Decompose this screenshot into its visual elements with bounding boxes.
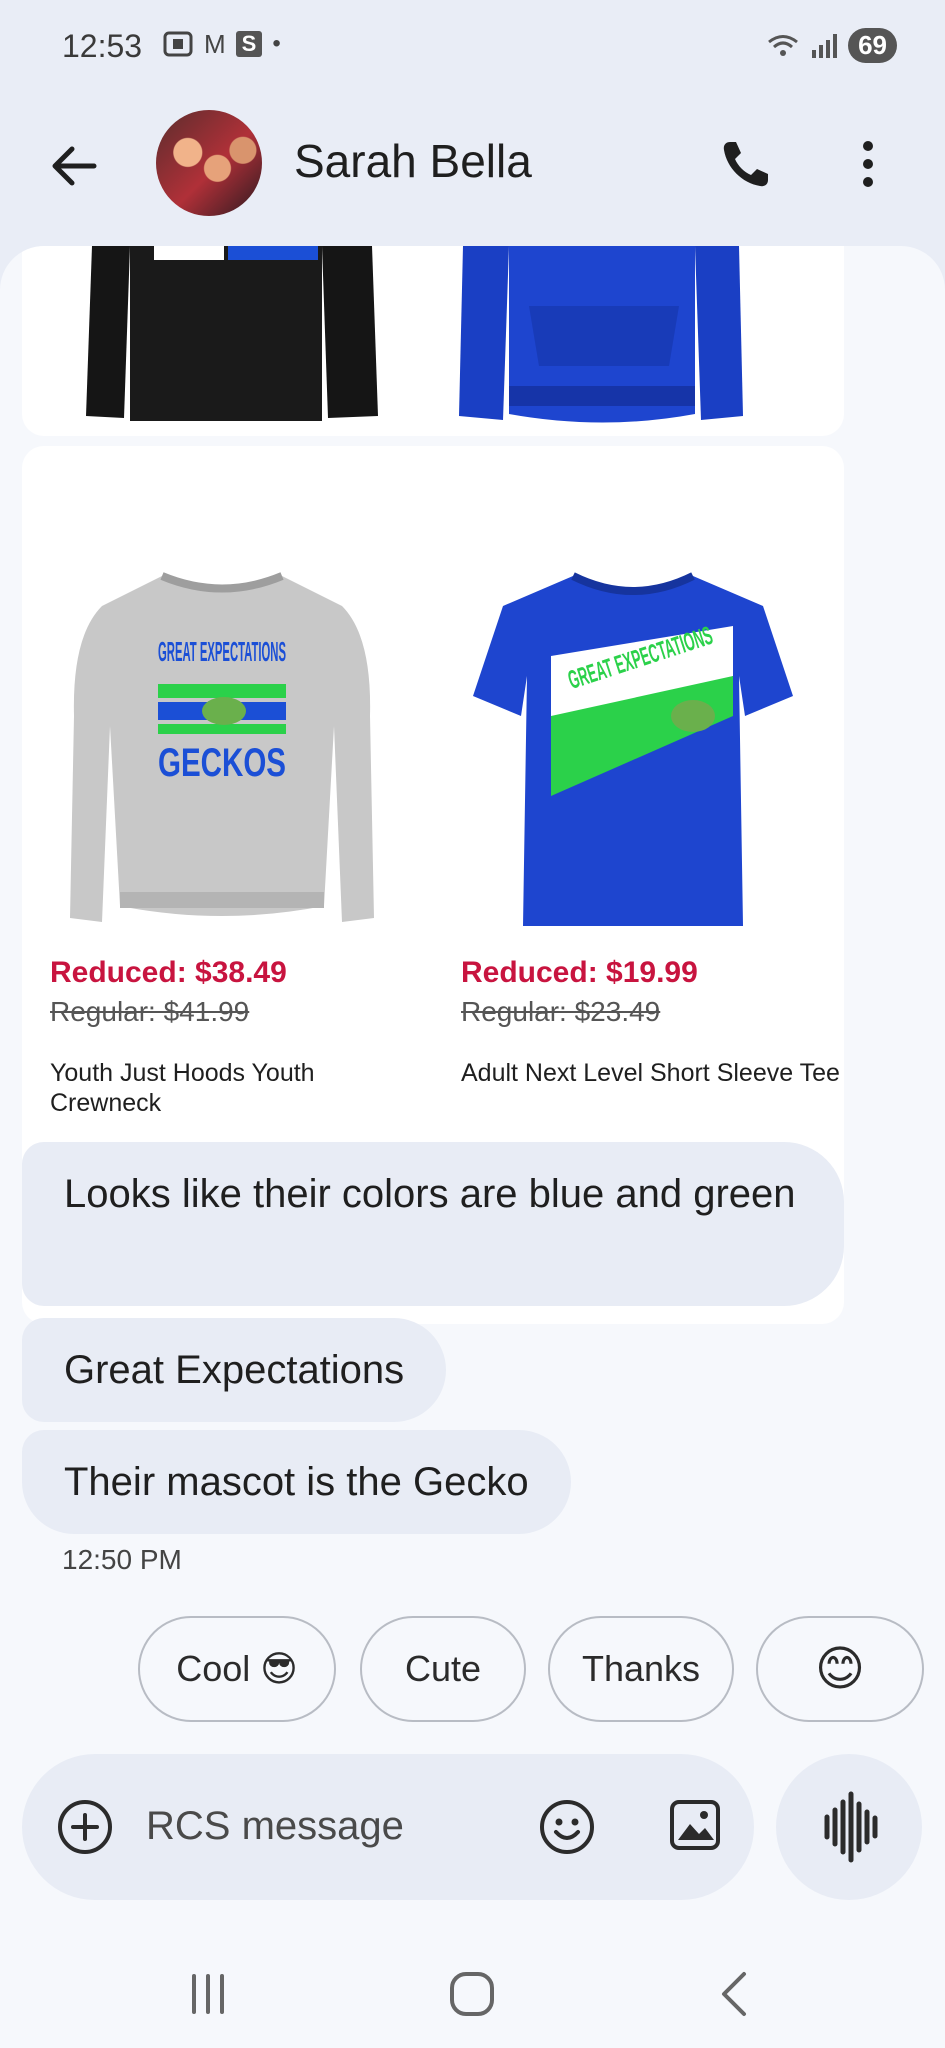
smiley-icon [540,1800,594,1854]
emoji-button[interactable] [538,1798,596,1856]
blue-tee-image: GREAT EXPECTATIONS [473,572,793,926]
more-options-button[interactable] [848,134,888,194]
status-time: 12:53 [62,28,143,64]
call-button[interactable] [716,134,776,194]
reduced-price: Reduced: $19.99 [461,956,698,989]
wifi-icon [768,34,799,56]
recents-button[interactable] [178,1964,238,2024]
system-back-button[interactable] [706,1964,766,2024]
gallery-button[interactable] [668,1798,722,1852]
product-name[interactable]: Adult Next Level Short Sleeve Tee [461,1058,841,1088]
message-timestamp: 12:50 PM [62,1544,182,1575]
message-bubble[interactable]: Their mascot is the Gecko [22,1430,571,1534]
phone-icon [723,142,768,187]
chevron-left-icon [722,1972,746,2016]
smart-reply-chip[interactable]: Cute [360,1616,526,1722]
add-attachment-button[interactable] [56,1798,114,1856]
conversation-header: Sarah Bella [0,96,945,246]
regular-price: Regular: $41.99 [50,996,250,1027]
samsung-icon: S [235,31,263,57]
notification-icons: M S • [162,30,281,58]
arrow-left-icon [52,146,97,186]
plus-circle-icon [58,1800,112,1854]
screenshot-icon [163,31,193,57]
smart-reply-chip[interactable]: Cool 😎 [138,1616,336,1722]
smart-reply-chip[interactable]: Thanks [548,1616,734,1722]
smart-reply-chip[interactable]: 😊 [756,1616,924,1722]
system-icons: 69 [766,28,897,63]
shirt-print-text: GREAT EXPECTATIONS [158,636,286,667]
recents-icon [192,1974,224,2014]
home-icon [450,1972,494,2016]
more-notifications-dot: • [272,30,281,57]
message-bubble[interactable]: Great Expectations [22,1318,447,1422]
audio-wave-icon [824,1791,878,1863]
message-bubble[interactable]: Looks like their colors are blue and gre… [22,1142,844,1306]
black-longsleeve-image [86,246,378,421]
more-vert-icon [863,141,873,187]
voice-message-button[interactable] [776,1754,922,1900]
regular-price: Regular: $23.49 [461,996,661,1027]
contact-avatar[interactable] [156,110,262,216]
smart-reply-row: Cool 😎 Cute Thanks 😊 [0,1616,945,1722]
shirt-print-mascot: GECKOS [158,741,286,785]
product-name[interactable]: Youth Just Hoods Youth Crewneck [50,1058,430,1118]
contact-name[interactable]: Sarah Bella [294,134,532,188]
battery-level: 69 [848,28,897,63]
back-button[interactable] [44,136,104,196]
conversation-panel[interactable]: GREAT EXPECTATIONS GECKOS Reduced: $38.4… [0,246,945,2048]
signal-icon [812,33,838,58]
message-composer [22,1754,754,1900]
product-card-partial[interactable] [22,246,844,436]
gmail-icon: M [204,29,226,59]
blue-hoodie-image [459,246,743,423]
home-button[interactable] [442,1964,502,2024]
reduced-price: Reduced: $38.49 [50,956,287,989]
system-navigation-bar [0,1940,945,2048]
message-input[interactable] [146,1794,546,1858]
image-icon [670,1800,720,1850]
gray-crewneck-image: GREAT EXPECTATIONS GECKOS [70,572,374,922]
status-bar: 12:53 M S • 69 [0,0,945,96]
